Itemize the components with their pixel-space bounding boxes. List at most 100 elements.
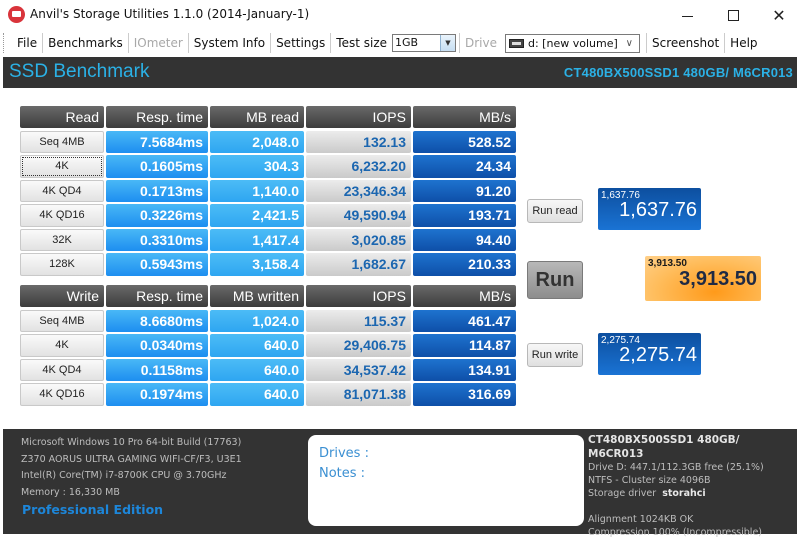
drive-info: CT480BX500SSD1 480GB/ M6CR013 Drive D: 4… (588, 433, 797, 539)
iops-cell: 115.37 (306, 309, 411, 332)
menu-system-info[interactable]: System Info (189, 32, 270, 54)
table-row: Seq 4MB 8.6680ms 1,024.0 115.37 461.47 (20, 309, 518, 335)
iops-cell: 81,071.38 (306, 383, 411, 406)
mbs-cell: 316.69 (413, 383, 516, 406)
header-mbs: MB/s (413, 285, 516, 307)
header-write: Write (20, 285, 104, 307)
dropdown-arrow-icon[interactable]: ▼ (440, 35, 455, 51)
read-score-value: 1,637.76 (619, 199, 697, 221)
iops-cell: 132.13 (306, 130, 411, 153)
toolbar-grip[interactable] (3, 33, 6, 53)
menu-benchmarks[interactable]: Benchmarks (43, 32, 128, 54)
test-button[interactable]: 4K (20, 334, 104, 357)
benchmark-header: SSD Benchmark CT480BX500SSD1 480GB/ M6CR… (3, 57, 797, 88)
test-button[interactable]: 4K QD4 (20, 179, 104, 202)
test-button[interactable]: 32K (20, 228, 104, 251)
test-button[interactable]: Seq 4MB (20, 130, 104, 153)
maximize-button[interactable] (710, 0, 756, 30)
table-row: Seq 4MB 7.5684ms 2,048.0 132.13 528.52 (20, 130, 518, 156)
header-iops: IOPS (306, 285, 411, 307)
drive-label: Drive (465, 36, 497, 50)
table-row: 32K 0.3310ms 1,417.4 3,020.85 94.40 (20, 228, 518, 254)
run-button[interactable]: Run (527, 261, 583, 299)
maximize-icon (727, 9, 739, 21)
chevron-down-icon: ∨ (625, 37, 633, 49)
menu-help[interactable]: Help (725, 32, 762, 54)
mb-cell: 3,158.4 (210, 253, 304, 276)
toolbar: File Benchmarks IOmeter System Info Sett… (0, 30, 800, 56)
menu-file[interactable]: File (12, 32, 42, 54)
drive-icon (509, 38, 524, 48)
mbs-cell: 193.71 (413, 204, 516, 227)
resp-time-cell: 0.5943ms (106, 253, 208, 276)
resp-time-cell: 0.3310ms (106, 228, 208, 251)
system-info: Microsoft Windows 10 Pro 64-bit Build (1… (21, 435, 242, 501)
iops-cell: 6,232.20 (306, 155, 411, 178)
window-title: Anvil's Storage Utilities 1.1.0 (2014-Ja… (30, 7, 310, 21)
read-results-table: Read Resp. time MB read IOPS MB/s Seq 4M… (20, 106, 518, 278)
resp-time-cell: 0.1158ms (106, 358, 208, 381)
drive-info-model: CT480BX500SSD1 480GB/ M6CR013 (588, 434, 740, 460)
test-button[interactable]: Seq 4MB (20, 309, 104, 332)
header-resp-time: Resp. time (106, 285, 208, 307)
drive-select[interactable]: d: [new volume] ∨ (505, 33, 640, 53)
header-mb-written: MB written (210, 285, 304, 307)
run-read-button[interactable]: Run read (527, 199, 583, 223)
test-button[interactable]: 4K QD16 (20, 383, 104, 406)
test-button[interactable]: 4K QD16 (20, 204, 104, 227)
write-score: 2,275.74 2,275.74 (598, 333, 701, 375)
table-row: 4K 0.1605ms 304.3 6,232.20 24.34 (20, 155, 518, 180)
menu-iometer: IOmeter (133, 36, 183, 50)
board-info: Z370 AORUS ULTRA GAMING WIFI-CF/F3, U3E1 (21, 453, 242, 465)
edition-label: Professional Edition (22, 502, 164, 517)
mb-cell: 1,024.0 (210, 309, 304, 332)
mbs-cell: 94.40 (413, 228, 516, 251)
storage-driver: Storage driver storahci (588, 487, 797, 500)
header-iops: IOPS (306, 106, 411, 128)
mb-cell: 2,421.5 (210, 204, 304, 227)
table-row: 4K QD4 0.1158ms 640.0 34,537.42 134.91 (20, 358, 518, 384)
resp-time-cell: 8.6680ms (106, 309, 208, 332)
resp-time-cell: 0.0340ms (106, 334, 208, 357)
mb-cell: 640.0 (210, 383, 304, 406)
table-row: 4K QD16 0.1974ms 640.0 81,071.38 316.69 (20, 383, 518, 408)
mb-cell: 1,417.4 (210, 228, 304, 251)
menu-settings[interactable]: Settings (271, 32, 330, 54)
test-size-select[interactable]: 1GB ▼ (392, 34, 456, 52)
title-bar: Anvil's Storage Utilities 1.1.0 (2014-Ja… (0, 0, 800, 30)
header-mbs: MB/s (413, 106, 516, 128)
info-footer: Microsoft Windows 10 Pro 64-bit Build (1… (3, 429, 797, 538)
table-row: 4K QD4 0.1713ms 1,140.0 23,346.34 91.20 (20, 179, 518, 205)
menu-screenshot[interactable]: Screenshot (647, 32, 724, 54)
storage-driver-label: Storage driver (588, 488, 657, 499)
mbs-cell: 24.34 (413, 155, 516, 178)
memory-info: Memory : 16,330 MB (21, 486, 120, 498)
mbs-cell: 91.20 (413, 179, 516, 202)
drive-capacity: Drive D: 447.1/112.3GB free (25.1%) (588, 462, 764, 473)
page-title: SSD Benchmark (9, 61, 150, 82)
drive-value: d: [new volume] (528, 36, 618, 50)
resp-time-cell: 0.1713ms (106, 179, 208, 202)
header-mb-read: MB read (210, 106, 304, 128)
table-row: 4K 0.0340ms 640.0 29,406.75 114.87 (20, 334, 518, 359)
mb-cell: 1,140.0 (210, 179, 304, 202)
iops-cell: 49,590.94 (306, 204, 411, 227)
read-score: 1,637.76 1,637.76 (598, 188, 701, 230)
write-score-value: 2,275.74 (619, 344, 697, 366)
minimize-button[interactable] (664, 0, 710, 30)
test-button[interactable]: 4K QD4 (20, 358, 104, 381)
resp-time-cell: 7.5684ms (106, 130, 208, 153)
run-write-button[interactable]: Run write (527, 343, 583, 367)
table-header-row: Read Resp. time MB read IOPS MB/s (20, 106, 518, 131)
close-button[interactable]: ✕ (756, 0, 800, 30)
notes-box[interactable]: Drives : Notes : (308, 435, 584, 526)
iops-cell: 1,682.67 (306, 253, 411, 276)
test-size-label: Test size (336, 36, 387, 50)
drive-model-title: CT480BX500SSD1 480GB/ M6CR013 (563, 65, 793, 80)
test-button[interactable]: 4K (20, 155, 104, 178)
table-row: 4K QD16 0.3226ms 2,421.5 49,590.94 193.71 (20, 204, 518, 229)
test-button[interactable]: 128K (20, 253, 104, 276)
resp-time-cell: 0.1605ms (106, 155, 208, 178)
table-header-row: Write Resp. time MB written IOPS MB/s (20, 285, 518, 310)
total-score: 3,913.50 3,913.50 (645, 256, 761, 301)
